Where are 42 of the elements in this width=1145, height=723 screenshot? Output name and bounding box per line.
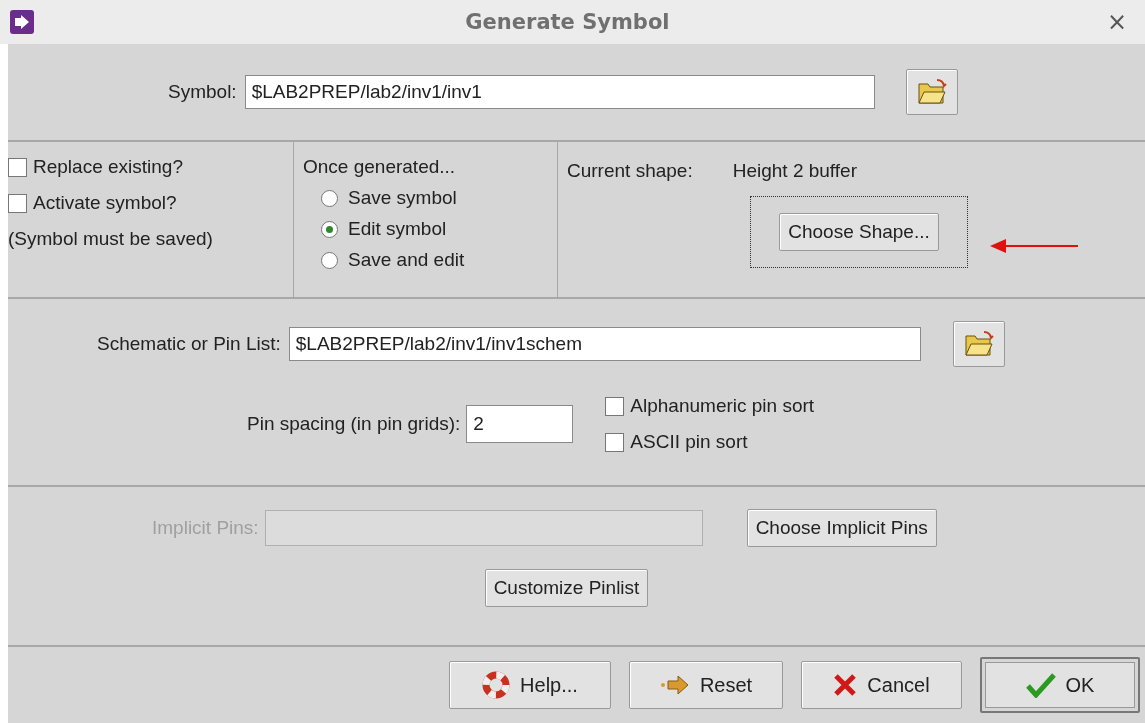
checkbox-label: Activate symbol?	[33, 192, 177, 214]
lifebuoy-icon	[482, 671, 511, 699]
checkbox[interactable]	[605, 396, 625, 416]
customize-pinlist-button[interactable]: Customize Pinlist	[484, 569, 649, 607]
arrow-icon	[659, 674, 690, 696]
folder-icon	[963, 330, 994, 358]
shape-value: Height 2 buffer	[732, 160, 857, 182]
checkbox-label: Alphanumeric pin sort	[630, 395, 815, 417]
window-title: Generate Symbol	[465, 10, 670, 34]
browse-button[interactable]	[905, 69, 958, 115]
schematic-field[interactable]: $LAB2PREP/lab2/inv1/inv1schem	[288, 327, 921, 361]
checkbox-label: ASCII pin sort	[630, 431, 748, 453]
radio-button[interactable]	[321, 251, 338, 269]
radio-label: Save and edit	[348, 249, 465, 271]
field-label: Symbol:	[168, 81, 237, 103]
checkbox[interactable]	[8, 193, 27, 213]
close-button[interactable]: ×	[1100, 7, 1133, 37]
field-label: Schematic or Pin List:	[97, 333, 281, 355]
radio-label: Save symbol	[348, 187, 457, 209]
pin-spacing-field[interactable]: 2	[466, 405, 574, 443]
radio-button[interactable]	[321, 189, 338, 207]
help-button[interactable]: Help...	[449, 661, 611, 709]
checkbox[interactable]	[605, 432, 625, 452]
browse-button[interactable]	[952, 321, 1005, 367]
folder-icon	[916, 78, 947, 106]
ok-button[interactable]: OK	[980, 657, 1140, 713]
implicit-pins-field[interactable]	[264, 510, 703, 546]
note-text: (Symbol must be saved)	[8, 228, 214, 250]
radio-label: Edit symbol	[348, 218, 447, 240]
checkmark-icon	[1025, 672, 1056, 698]
checkbox[interactable]	[8, 157, 27, 177]
checkbox-label: Replace existing?	[33, 156, 183, 178]
group-label: Once generated...	[303, 156, 457, 178]
cancel-button[interactable]: Cancel	[801, 661, 962, 709]
field-label: Current shape:	[567, 160, 693, 182]
x-mark-icon	[833, 673, 858, 697]
app-icon	[10, 10, 34, 34]
radio-button[interactable]	[321, 220, 338, 238]
reset-button[interactable]: Reset	[629, 661, 783, 709]
symbol-field[interactable]: $LAB2PREP/lab2/inv1/inv1	[244, 75, 875, 109]
choose-shape-button[interactable]: Choose Shape...	[779, 213, 939, 251]
field-label: Pin spacing (in pin grids):	[247, 413, 461, 435]
